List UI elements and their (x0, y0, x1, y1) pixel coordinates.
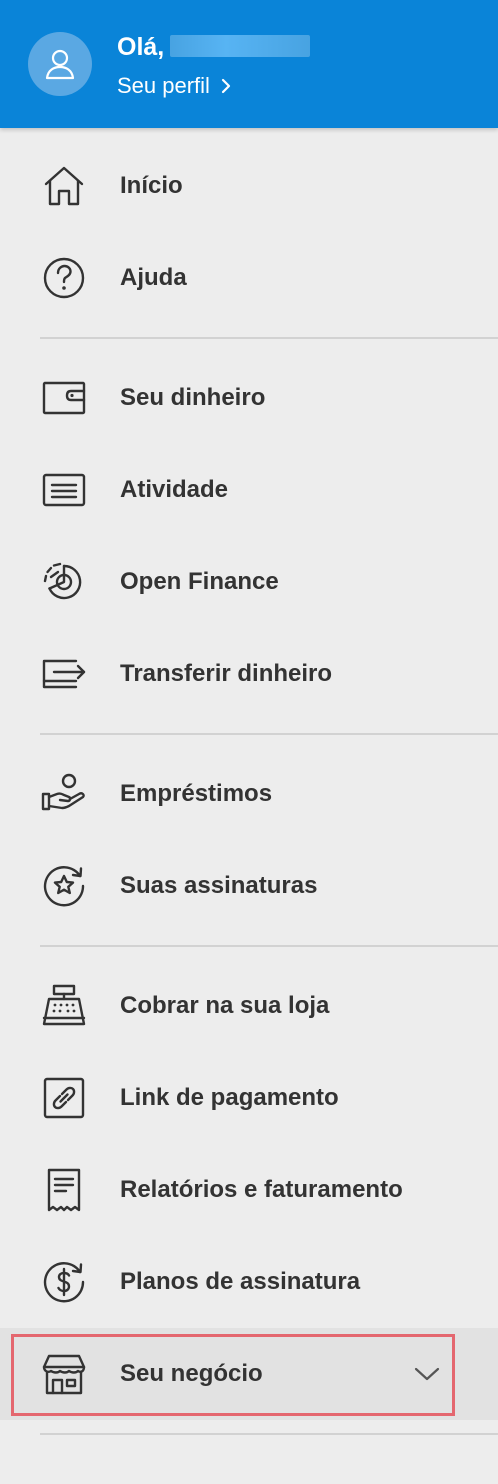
divider (40, 1433, 498, 1435)
chevron-right-icon (221, 78, 231, 94)
divider (40, 733, 498, 735)
menu-item-label: Empréstimos (120, 780, 273, 807)
chevron-down-icon[interactable] (410, 1357, 444, 1391)
activity-icon (38, 464, 90, 516)
menu-item-label: Link de pagamento (120, 1084, 339, 1111)
user-icon (45, 49, 75, 80)
store-icon (38, 1348, 90, 1400)
menu-item-seu-negocio[interactable]: Seu negócio (0, 1328, 498, 1420)
divider (40, 337, 498, 339)
home-icon (38, 160, 90, 212)
menu-item-cobrar-na-sua-loja[interactable]: Cobrar na sua loja (0, 960, 498, 1052)
redacted-name (170, 35, 311, 57)
side-menu: Início Ajuda Seu dinheiro Atividade Open… (0, 140, 498, 1448)
menu-item-emprestimos[interactable]: Empréstimos (0, 748, 498, 840)
menu-item-label: Seu dinheiro (120, 384, 266, 411)
menu-item-transferir-dinheiro[interactable]: Transferir dinheiro (0, 628, 498, 720)
divider (40, 945, 498, 947)
menu-item-label: Relatórios e faturamento (120, 1176, 403, 1203)
menu-item-label: Suas assinaturas (120, 872, 318, 899)
menu-item-label: Atividade (120, 476, 229, 503)
cash-register-icon (38, 980, 90, 1032)
menu-item-label: Open Finance (120, 568, 279, 595)
receipt-icon (38, 1164, 90, 1216)
menu-item-label: Ajuda (120, 264, 187, 291)
dollar-cycle-icon (38, 1256, 90, 1308)
menu-item-relatorios-e-faturamento[interactable]: Relatórios e faturamento (0, 1144, 498, 1236)
menu-item-link-de-pagamento[interactable]: Link de pagamento (0, 1052, 498, 1144)
open-finance-icon (38, 556, 90, 608)
menu-item-label: Seu negócio (120, 1360, 263, 1387)
menu-item-inicio[interactable]: Início (0, 140, 498, 232)
subscriptions-icon (38, 860, 90, 912)
wallet-icon (38, 372, 90, 424)
menu-item-label: Cobrar na sua loja (120, 992, 330, 1019)
profile-link-label: Seu perfil (117, 73, 210, 98)
loan-icon (38, 768, 90, 820)
profile-link[interactable]: Seu perfil (117, 72, 232, 100)
app-header: Olá, Seu perfil (0, 0, 498, 128)
menu-item-label: Transferir dinheiro (120, 660, 333, 687)
menu-item-atividade[interactable]: Atividade (0, 444, 498, 536)
menu-item-label: Planos de assinatura (120, 1268, 361, 1295)
menu-item-open-finance[interactable]: Open Finance (0, 536, 498, 628)
greeting-text: Olá, (117, 33, 165, 61)
greeting: Olá, (117, 32, 311, 62)
help-icon (38, 252, 90, 304)
payment-link-icon (38, 1072, 90, 1124)
transfer-icon (38, 648, 90, 700)
menu-item-label: Início (120, 172, 183, 199)
avatar[interactable] (28, 32, 92, 96)
menu-item-ajuda[interactable]: Ajuda (0, 232, 498, 324)
menu-item-planos-de-assinatura[interactable]: Planos de assinatura (0, 1236, 498, 1328)
menu-item-suas-assinaturas[interactable]: Suas assinaturas (0, 840, 498, 932)
menu-item-seu-dinheiro[interactable]: Seu dinheiro (0, 352, 498, 444)
